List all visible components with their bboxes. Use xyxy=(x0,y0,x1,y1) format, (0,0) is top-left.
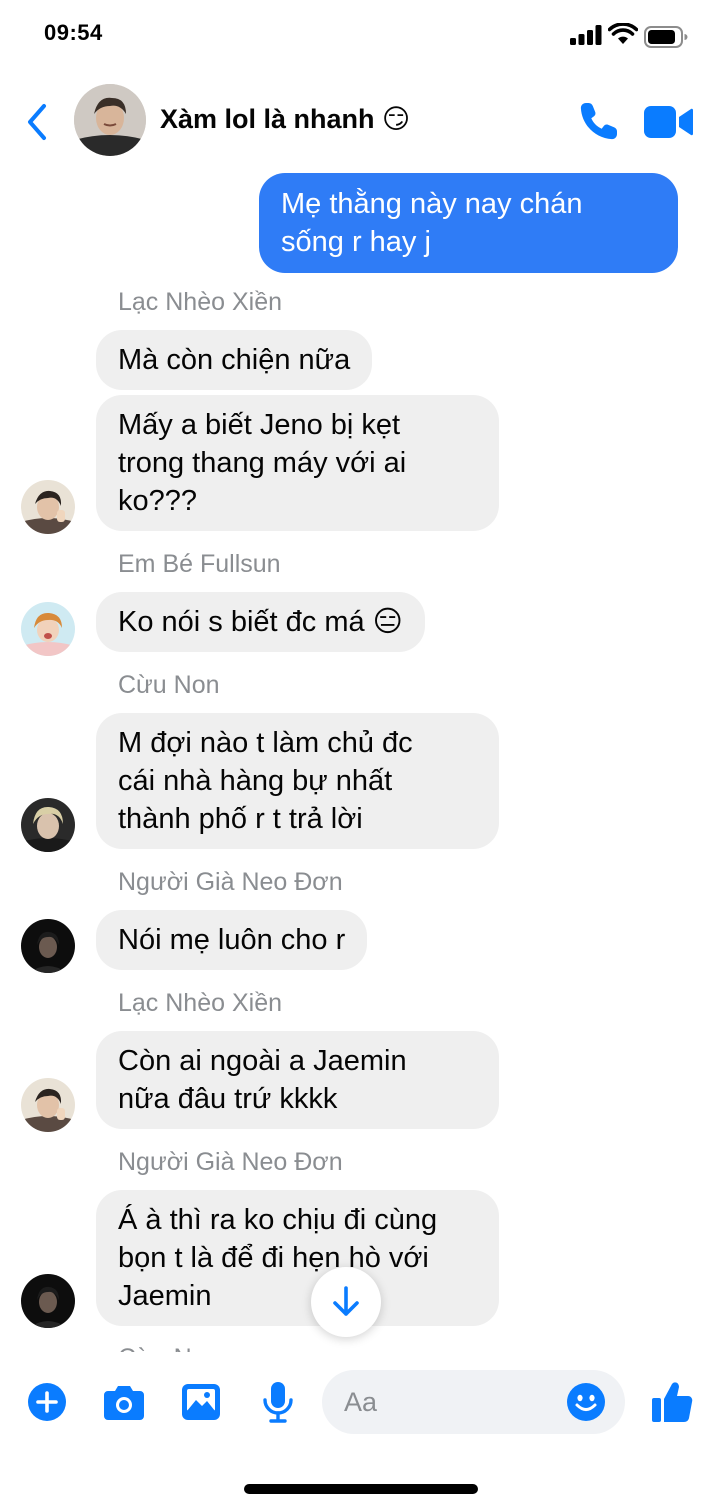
plus-circle-icon[interactable] xyxy=(27,1382,67,1422)
incoming-message-bubble[interactable]: M đợi nào t làm chủ đc cái nhà hàng bự n… xyxy=(96,713,499,849)
outgoing-message-bubble[interactable]: Mẹ thằng này nay chán sống r hay j xyxy=(259,173,678,273)
microphone-icon[interactable] xyxy=(260,1380,296,1424)
incoming-message-bubble[interactable]: Còn ai ngoài a Jaemin nữa đâu trứ kkkk xyxy=(96,1031,499,1129)
sender-avatar[interactable] xyxy=(21,602,75,656)
sender-name: Người Già Neo Đơn xyxy=(118,868,343,896)
home-indicator xyxy=(244,1484,478,1494)
incoming-message-bubble[interactable]: Mà còn chiện nữa xyxy=(96,330,373,390)
sender-name: Cừu Non xyxy=(118,1344,220,1352)
incoming-message-bubble[interactable]: Á à thì ra ko chịu đi cùng bọn t là để đ… xyxy=(96,1190,499,1326)
message-list[interactable]: Mẹ thằng này nay chán sống r hay j Lạc N… xyxy=(0,172,720,1352)
sender-name: Lạc Nhèo Xiền xyxy=(118,288,283,316)
sender-avatar[interactable] xyxy=(21,1078,75,1132)
wifi-icon xyxy=(608,23,638,44)
message-input[interactable]: Aa xyxy=(322,1370,625,1434)
incoming-message-bubble[interactable]: Nói mẹ luôn cho r xyxy=(96,910,368,970)
input-placeholder: Aa xyxy=(344,1387,378,1417)
sender-name: Người Già Neo Đơn xyxy=(118,1148,343,1176)
sender-avatar[interactable] xyxy=(21,1274,75,1328)
image-icon[interactable] xyxy=(180,1382,222,1422)
sender-avatar[interactable] xyxy=(21,919,75,973)
battery-icon xyxy=(644,26,688,48)
back-button[interactable] xyxy=(22,102,52,142)
incoming-message-bubble[interactable]: Ko nói s biết đc má 😑 xyxy=(96,592,425,652)
chat-title[interactable]: Xàm lol là nhanh 😏 xyxy=(160,104,410,135)
message-composer: Aa xyxy=(0,1352,720,1452)
chat-header: Xàm lol là nhanh 😏 xyxy=(0,72,720,172)
incoming-message-bubble[interactable]: Mấy a biết Jeno bị kẹt trong thang máy v… xyxy=(96,395,499,531)
camera-icon[interactable] xyxy=(102,1383,146,1421)
thumbs-up-icon[interactable] xyxy=(650,1380,694,1424)
sender-avatar[interactable] xyxy=(21,480,75,534)
smiley-icon[interactable] xyxy=(566,1382,606,1422)
group-avatar[interactable] xyxy=(74,84,146,156)
sender-name: Em Bé Fullsun xyxy=(118,550,281,578)
arrow-down-icon xyxy=(333,1286,359,1316)
scroll-to-bottom-button[interactable] xyxy=(311,1267,381,1337)
status-bar: 09:54 xyxy=(0,0,720,72)
sender-name: Lạc Nhèo Xiền xyxy=(118,989,283,1017)
sender-name: Cừu Non xyxy=(118,671,220,699)
video-camera-icon[interactable] xyxy=(642,102,694,142)
status-time: 09:54 xyxy=(44,20,103,45)
cellular-signal-icon xyxy=(570,25,602,45)
sender-avatar[interactable] xyxy=(21,798,75,852)
phone-icon[interactable] xyxy=(578,100,620,142)
